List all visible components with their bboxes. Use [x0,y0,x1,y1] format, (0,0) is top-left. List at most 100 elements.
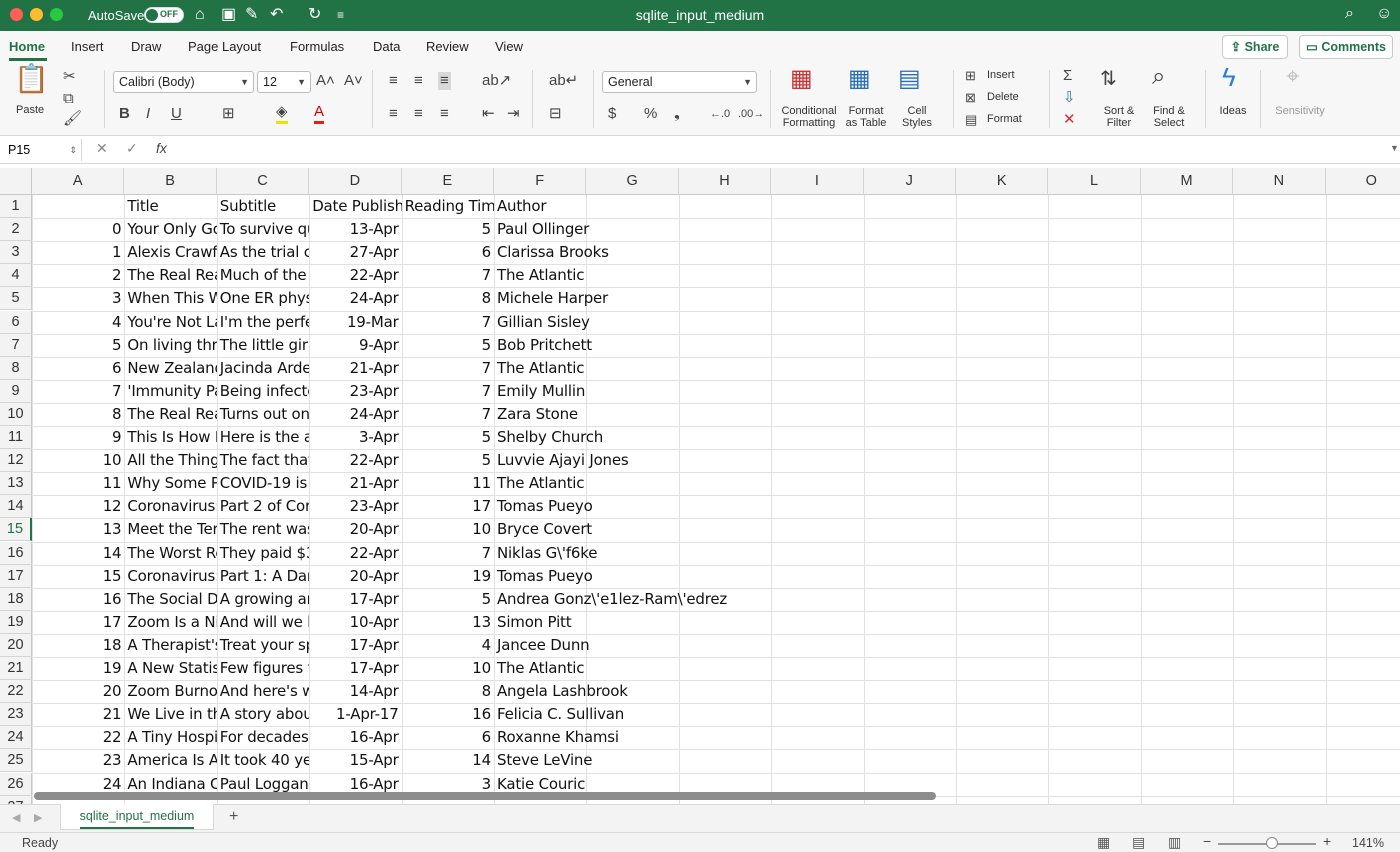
cut-icon[interactable]: ✂ [63,68,76,86]
table-cell[interactable]: Part 2 of Cor [217,495,309,518]
table-cell[interactable]: One ER physi [217,287,309,310]
column-header-i[interactable]: I [771,168,864,195]
delete-cells-icon[interactable]: ⊠ [965,89,976,107]
conditional-formatting-button[interactable]: Conditional Formatting [779,105,839,129]
table-cell[interactable]: Felicia C. Sullivan [494,703,771,726]
table-cell[interactable]: 10 [402,657,494,680]
table-cell[interactable]: Angela Lashbrook [494,680,771,703]
table-cell[interactable]: 2 [32,264,124,287]
table-cell[interactable]: 3-Apr [309,426,401,449]
tab-insert[interactable]: Insert [71,39,104,54]
merge-center-icon[interactable]: ⊟ [549,105,562,123]
row-header-10[interactable]: 10 [0,402,32,426]
row-header-6[interactable]: 6 [0,310,32,334]
row-header-14[interactable]: 14 [0,495,32,519]
number-format-select[interactable]: General ▼ [602,71,757,93]
table-cell[interactable]: Steve LeVine [494,749,771,772]
table-cell[interactable]: 13 [402,611,494,634]
table-cell[interactable]: The fact that [217,449,309,472]
table-cell[interactable]: Why Some P [124,472,216,495]
table-cell[interactable]: 17-Apr [309,588,401,611]
table-cell[interactable]: Jancee Dunn [494,634,771,657]
table-cell[interactable]: The Atlantic [494,657,771,680]
row-header-18[interactable]: 18 [0,587,32,611]
table-cell[interactable]: A growing ar [217,588,309,611]
font-color-icon[interactable]: A [314,103,325,124]
table-cell[interactable]: The Atlantic [494,264,771,287]
row-header-5[interactable]: 5 [0,287,32,311]
ideas-icon[interactable]: ϟ [1222,64,1236,90]
table-cell[interactable]: 16 [32,588,124,611]
column-header-h[interactable]: H [678,168,772,195]
table-cell[interactable]: Niklas G\'f6ke [494,542,771,565]
table-cell[interactable]: 7 [32,380,124,403]
find-select-button[interactable]: Find & Select [1147,105,1191,129]
table-cell[interactable]: 8 [402,680,494,703]
table-cell[interactable]: Treat your sp [217,634,309,657]
zoom-out-icon[interactable]: − [1203,833,1211,849]
row-header-27[interactable]: 27 [0,795,32,804]
table-cell[interactable]: As the trial c [217,241,309,264]
table-cell[interactable]: 22-Apr [309,542,401,565]
table-cell[interactable]: Paul Ollinger [494,218,771,241]
format-cells-button[interactable]: Format [987,113,1022,125]
table-cell[interactable]: The Atlantic [494,472,771,495]
table-cell[interactable]: 1-Apr-17 [309,703,401,726]
column-header-a[interactable]: A [32,168,125,195]
header-cell[interactable]: Title [124,195,216,218]
header-cell[interactable]: Author [494,195,771,218]
fill-color-icon[interactable]: ◈ [276,103,288,124]
align-right-icon[interactable]: ≡ [440,105,449,123]
column-header-k[interactable]: K [956,168,1049,195]
table-cell[interactable]: 20-Apr [309,565,401,588]
table-cell[interactable]: 13-Apr [309,218,401,241]
sort-filter-button[interactable]: Sort & Filter [1097,105,1141,129]
table-cell[interactable]: A Tiny Hospi [124,726,216,749]
table-cell[interactable]: A Therapist's [124,634,216,657]
table-cell[interactable]: 5 [32,334,124,357]
table-cell[interactable]: The Social Di [124,588,216,611]
table-cell[interactable]: 5 [402,218,494,241]
column-header-f[interactable]: F [494,168,587,195]
conditional-formatting-icon[interactable]: ▦ [790,67,813,91]
underline-icon[interactable]: U [171,105,182,123]
table-cell[interactable]: 6 [32,357,124,380]
table-cell[interactable]: 9 [32,426,124,449]
add-sheet-icon[interactable]: + [229,808,238,826]
table-cell[interactable]: 8 [402,287,494,310]
align-center-icon[interactable]: ≡ [414,105,423,123]
scroll-sheets-left-icon[interactable]: ◀ [12,811,20,824]
copy-icon[interactable]: ⧉ [63,90,74,108]
share-button[interactable]: ⇪ Share [1222,35,1288,59]
table-cell[interactable]: 7 [402,357,494,380]
table-cell[interactable]: 7 [402,403,494,426]
normal-view-icon[interactable]: ▦ [1097,834,1110,851]
format-cells-icon[interactable]: ▤ [965,111,977,129]
table-cell[interactable]: The Real Rea [124,403,216,426]
table-cell[interactable]: Luvvie Ajayi Jones [494,449,771,472]
zoom-level[interactable]: 141% [1352,836,1384,850]
table-cell[interactable]: Bryce Covert [494,518,771,541]
format-as-table-icon[interactable]: ▦ [848,67,871,91]
table-cell[interactable]: 11 [32,472,124,495]
table-cell[interactable]: 4 [402,634,494,657]
formula-input[interactable] [180,140,1380,160]
table-cell[interactable]: 9-Apr [309,334,401,357]
zoom-in-icon[interactable]: + [1323,833,1331,849]
tab-view[interactable]: View [495,39,523,54]
page-layout-view-icon[interactable]: ▤ [1132,834,1145,851]
table-cell[interactable]: 5 [402,426,494,449]
table-cell[interactable]: 20-Apr [309,518,401,541]
align-middle-icon[interactable]: ≡ [414,72,423,90]
table-cell[interactable]: 5 [402,449,494,472]
percent-icon[interactable]: % [644,105,657,123]
column-header-n[interactable]: N [1233,168,1326,195]
row-header-23[interactable]: 23 [0,703,32,727]
table-cell[interactable]: Clarissa Brooks [494,241,771,264]
table-cell[interactable]: Here is the a [217,426,309,449]
table-cell[interactable]: 19-Mar [309,311,401,334]
table-cell[interactable]: All the Thing [124,449,216,472]
increase-font-size-icon[interactable]: A˄ [316,72,335,90]
spreadsheet-grid[interactable]: A B C D E F G H I J K L M N O 1 2 3 4 5 6 7 8 9 10 11 12 13 14 15 16 17… [0,168,1400,804]
page-break-preview-icon[interactable]: ▥ [1168,834,1181,851]
